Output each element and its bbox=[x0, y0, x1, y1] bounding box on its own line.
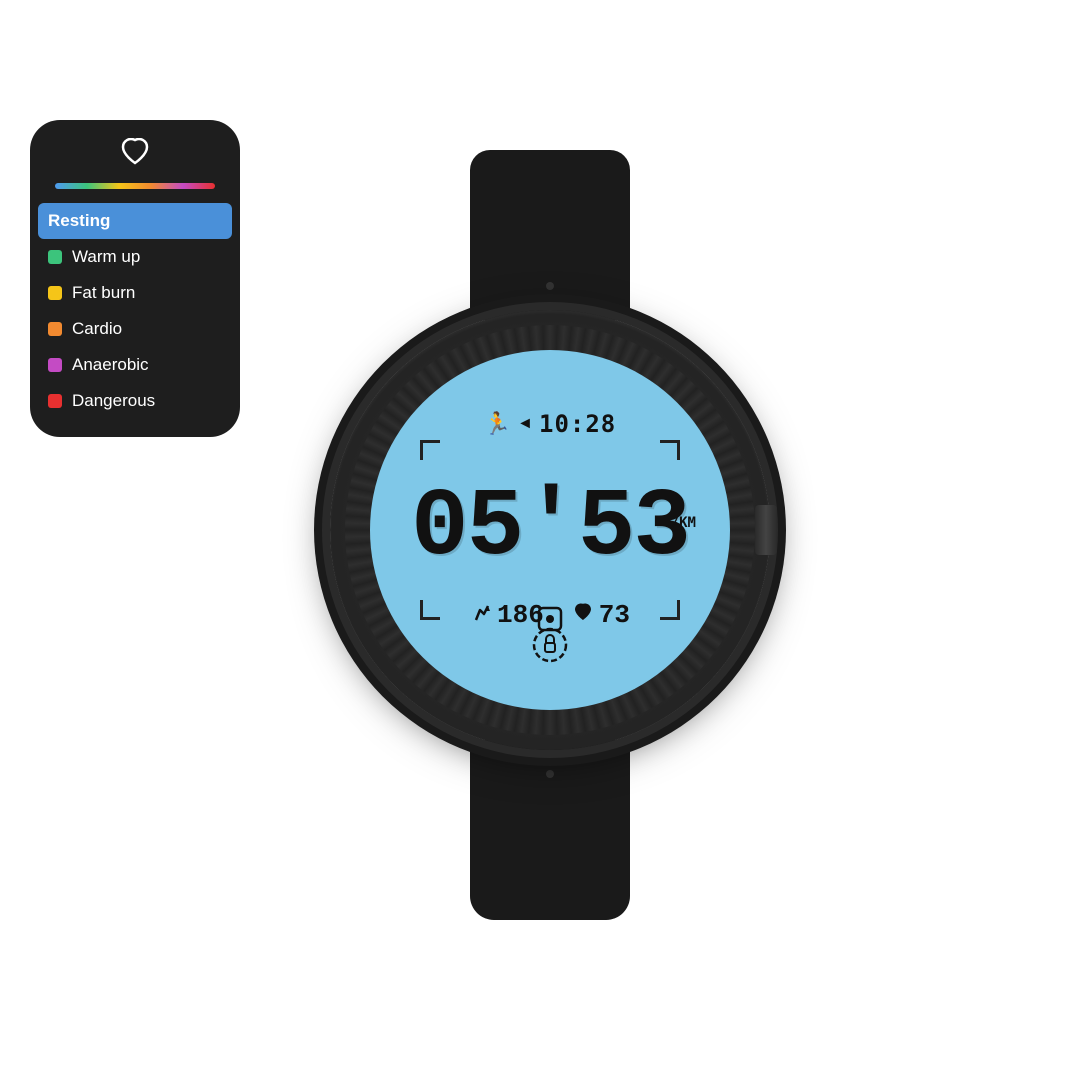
warm-up-dot bbox=[48, 250, 62, 264]
legend-item-resting[interactable]: Resting bbox=[38, 203, 232, 239]
lock-icon bbox=[532, 627, 568, 670]
steps-icon bbox=[470, 602, 492, 629]
main-scene: Resting Warm up Fat burn Cardio Anaerobi… bbox=[0, 0, 1080, 1080]
corner-bracket-tl bbox=[420, 440, 440, 460]
top-time: 10:28 bbox=[539, 410, 616, 438]
watch-crown bbox=[755, 505, 777, 555]
watch-face: 🏃 ◄ 10:28 05'53 /KM bbox=[370, 350, 730, 710]
legend-panel: Resting Warm up Fat burn Cardio Anaerobi… bbox=[30, 120, 240, 437]
corner-bracket-br bbox=[660, 600, 680, 620]
band-top bbox=[470, 150, 630, 320]
steps-group: 186 bbox=[470, 600, 544, 630]
main-pace-display: 05'53 bbox=[411, 480, 689, 576]
steps-value: 186 bbox=[497, 600, 544, 630]
bottom-stats: 186 73 bbox=[470, 600, 630, 630]
heart-rate-group: 73 bbox=[572, 600, 630, 630]
band-bottom bbox=[470, 740, 630, 920]
watch-case: 🏃 ◄ 10:28 05'53 /KM bbox=[330, 310, 770, 750]
legend-items: Resting Warm up Fat burn Cardio Anaerobi… bbox=[30, 203, 240, 419]
arrow-icon: ◄ bbox=[517, 415, 533, 433]
heart-rate-icon bbox=[120, 138, 150, 173]
legend-item-anaerobic[interactable]: Anaerobic bbox=[30, 347, 240, 383]
run-icon: 🏃 bbox=[484, 411, 511, 437]
heart-rate-value: 73 bbox=[599, 600, 630, 630]
color-bar bbox=[55, 183, 215, 189]
watch-container: 🏃 ◄ 10:28 05'53 /KM bbox=[270, 150, 830, 930]
legend-item-cardio[interactable]: Cardio bbox=[30, 311, 240, 347]
dangerous-dot bbox=[48, 394, 62, 408]
legend-item-fat-burn[interactable]: Fat burn bbox=[30, 275, 240, 311]
watch-bezel: 🏃 ◄ 10:28 05'53 /KM bbox=[345, 325, 755, 735]
legend-item-warm-up[interactable]: Warm up bbox=[30, 239, 240, 275]
fat-burn-dot bbox=[48, 286, 62, 300]
heart-icon bbox=[572, 603, 594, 628]
cardio-dot bbox=[48, 322, 62, 336]
anaerobic-dot bbox=[48, 358, 62, 372]
unit-label: /KM bbox=[671, 515, 696, 531]
legend-item-dangerous[interactable]: Dangerous bbox=[30, 383, 240, 419]
face-top-row: 🏃 ◄ 10:28 bbox=[484, 410, 617, 438]
corner-bracket-tr bbox=[660, 440, 680, 460]
corner-bracket-bl bbox=[420, 600, 440, 620]
